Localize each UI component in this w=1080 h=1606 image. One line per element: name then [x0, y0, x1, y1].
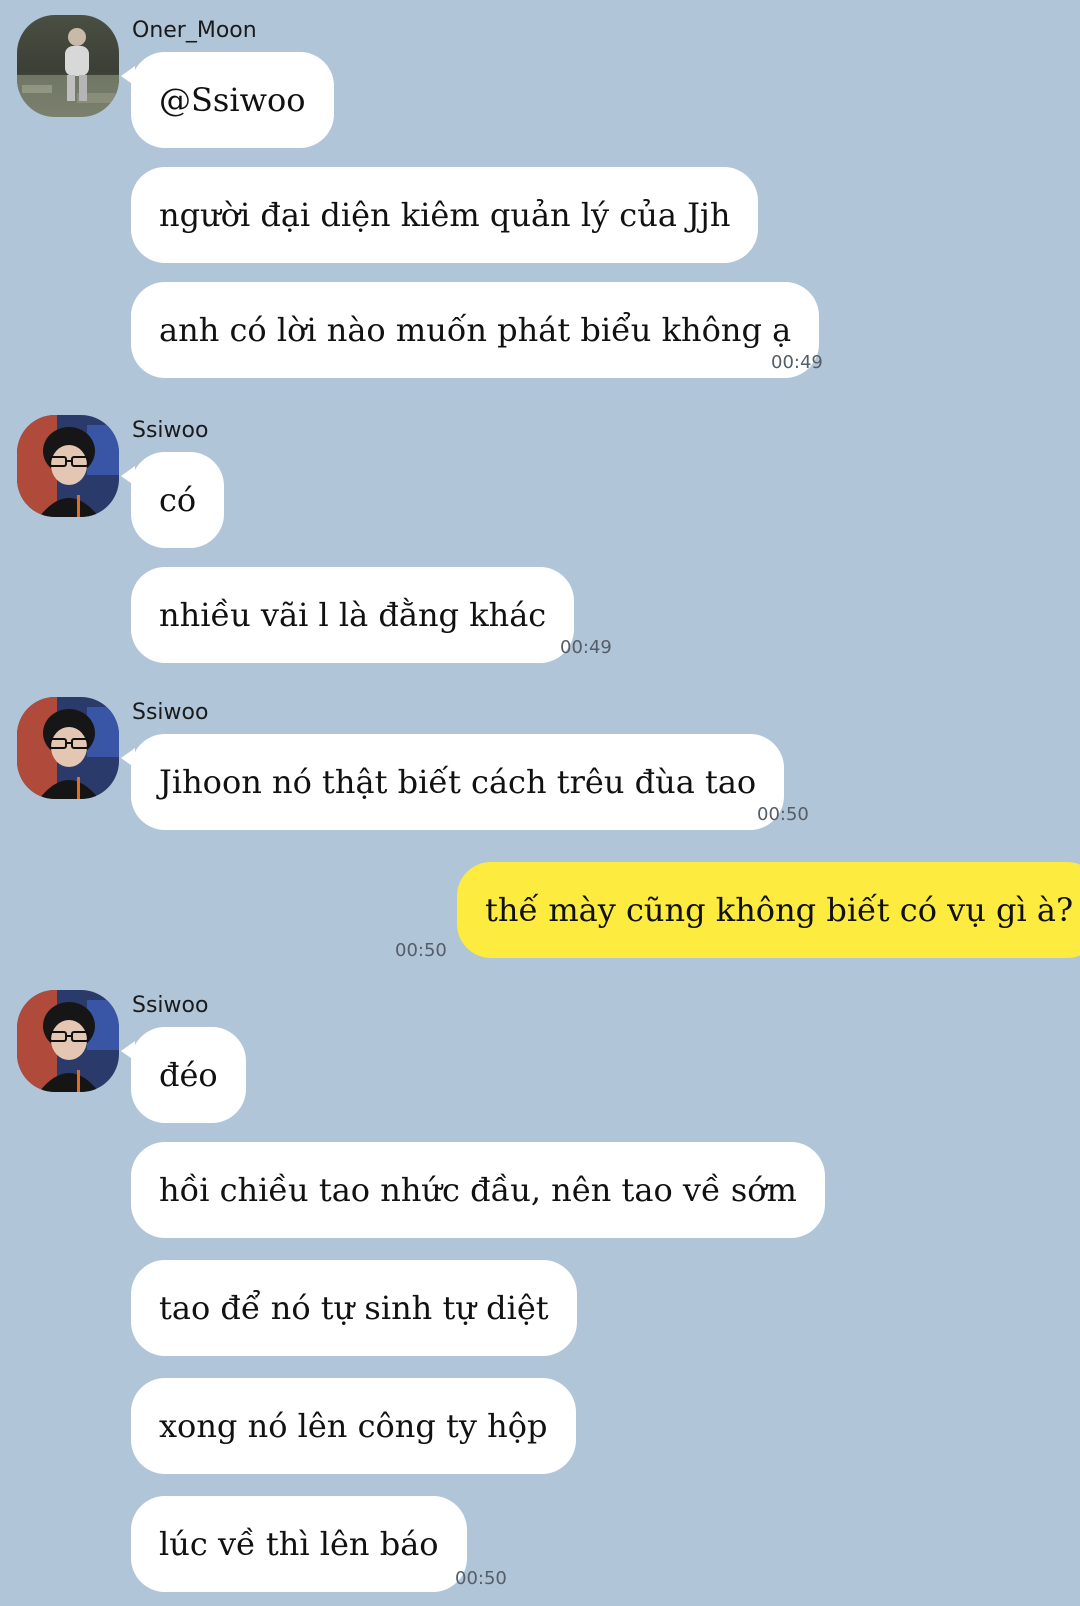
avatar-ssiwoo[interactable] — [17, 415, 119, 517]
message-text: Jihoon nó thật biết cách trêu đùa tao — [159, 763, 757, 801]
message-timestamp: 00:50 — [395, 940, 447, 961]
message-bubble[interactable]: @Ssiwoo — [121, 52, 334, 148]
message-timestamp: 00:49 — [771, 352, 823, 373]
sender-name: Oner_Moon — [132, 18, 257, 43]
message-bubble[interactable]: xong nó lên công ty hộp — [131, 1378, 576, 1474]
message-text: hồi chiều tao nhức đầu, nên tao về sớm — [159, 1171, 797, 1209]
message-bubble[interactable]: hồi chiều tao nhức đầu, nên tao về sớm — [131, 1142, 825, 1238]
message-text: nhiều vãi l là đằng khác — [159, 596, 547, 634]
message-text: đéo — [159, 1056, 218, 1094]
message-bubble[interactable]: Jihoon nó thật biết cách trêu đùa tao — [120, 734, 785, 830]
message-timestamp: 00:49 — [560, 637, 612, 658]
message-bubble-outgoing[interactable]: thế mày cũng không biết có vụ gì à? — [457, 862, 1080, 958]
message-bubble[interactable]: đéo — [121, 1027, 246, 1123]
sender-name: Ssiwoo — [132, 700, 209, 725]
avatar-oner-moon[interactable] — [17, 15, 119, 117]
avatar-photo — [17, 415, 119, 517]
avatar-photo — [17, 697, 119, 799]
message-text: xong nó lên công ty hộp — [159, 1407, 548, 1445]
message-text: có — [159, 481, 197, 519]
message-text: tao để nó tự sinh tự diệt — [159, 1289, 549, 1327]
message-timestamp: 00:50 — [757, 804, 809, 825]
message-text: @Ssiwoo — [159, 81, 306, 119]
avatar-photo — [17, 15, 119, 117]
message-text: thế mày cũng không biết có vụ gì à? — [485, 891, 1074, 929]
message-bubble[interactable]: nhiều vãi l là đằng khác — [131, 567, 575, 663]
avatar-ssiwoo[interactable] — [17, 697, 119, 799]
chat-message-list[interactable]: Oner_Moon @Ssiwoo người đại diện kiêm qu… — [0, 0, 1080, 1606]
avatar-photo — [17, 990, 119, 1092]
sender-name: Ssiwoo — [132, 993, 209, 1018]
message-text: lúc về thì lên báo — [159, 1525, 439, 1563]
message-text: anh có lời nào muốn phát biểu không ạ — [159, 311, 792, 349]
message-bubble[interactable]: có — [120, 452, 225, 548]
message-bubble[interactable]: người đại diện kiêm quản lý của Jjh — [131, 167, 759, 263]
message-text: người đại diện kiêm quản lý của Jjh — [159, 196, 731, 234]
message-bubble[interactable]: anh có lời nào muốn phát biểu không ạ — [131, 282, 820, 378]
message-bubble[interactable]: tao để nó tự sinh tự diệt — [131, 1260, 577, 1356]
message-bubble[interactable]: lúc về thì lên báo — [131, 1496, 467, 1592]
sender-name: Ssiwoo — [132, 418, 209, 443]
avatar-ssiwoo[interactable] — [17, 990, 119, 1092]
message-timestamp: 00:50 — [455, 1568, 507, 1589]
